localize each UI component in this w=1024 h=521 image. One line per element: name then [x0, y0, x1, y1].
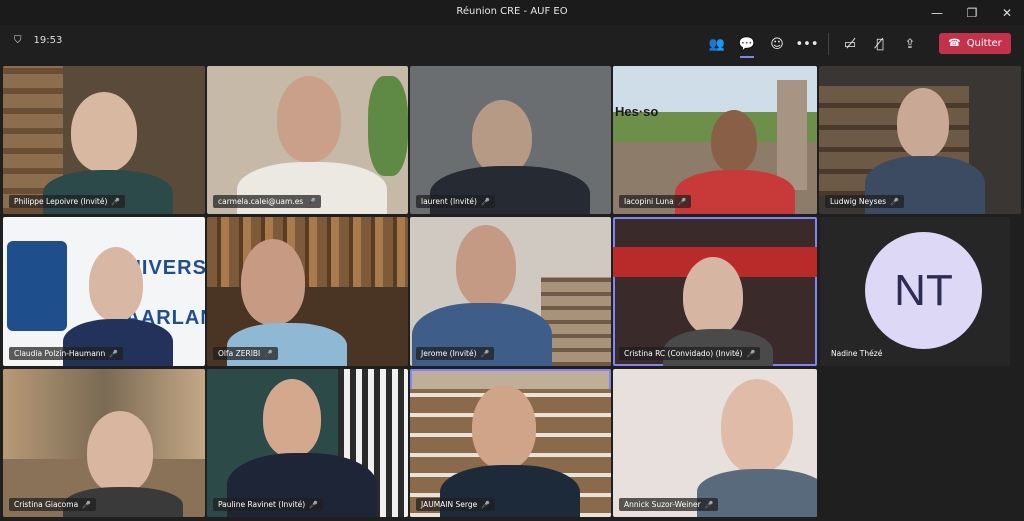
video-tile[interactable]: Annick Suzor-Weiner 🎤: [613, 369, 817, 517]
mic-off-icon[interactable]: 🎙̸: [865, 33, 895, 55]
participant-nametag: Olfa ZERIBI 🎤: [213, 347, 278, 360]
participant-body: [675, 170, 795, 214]
video-tile-active-speaker[interactable]: Cristina RC (Convidado) (Invité) 🎤: [613, 217, 817, 366]
more-options-icon[interactable]: •••: [792, 33, 822, 55]
hes-so-logo: Hes·so: [615, 104, 659, 119]
mic-icon: 🎤: [82, 500, 91, 509]
participant-nametag: Jerome (Invité) 🎤: [416, 347, 495, 360]
mic-icon: 🎤: [704, 500, 714, 509]
mic-icon: 🎤: [264, 349, 273, 358]
video-tile[interactable]: Olfa ZERIBI 🎤: [207, 217, 408, 366]
video-tile[interactable]: Pauline Ravinet (Invité) 🎤: [207, 369, 408, 517]
video-tile[interactable]: Cristina Giacoma 🎤: [3, 369, 205, 517]
participant-face: [241, 239, 305, 325]
participant-nametag: Pauline Ravinet (Invité) 🎤: [213, 498, 323, 511]
mic-icon: 🎤: [746, 349, 756, 358]
mic-icon: 🎤: [480, 349, 490, 358]
video-tile[interactable]: UNIVERSITÄ SAARLAND Claudia Polzin-Hauma…: [3, 217, 205, 366]
participant-face: [472, 100, 532, 174]
participant-face: [87, 411, 153, 493]
video-tile[interactable]: Ludwig Neyses 🎤: [819, 66, 1021, 214]
participant-nametag: laurent (Invité) 🎤: [416, 195, 495, 208]
minimize-icon[interactable]: —: [920, 0, 954, 25]
mic-icon: 🎤: [309, 500, 318, 509]
leave-button[interactable]: ☎ Quitter: [939, 33, 1011, 54]
participant-nametag: Nadine Thézé: [831, 349, 883, 358]
participant-nametag: Cristina Giacoma 🎤: [9, 498, 96, 511]
participants-icon[interactable]: 👥: [702, 33, 732, 55]
restore-icon[interactable]: ❐: [955, 0, 989, 25]
mic-icon: 🎤: [677, 197, 687, 206]
participant-face: [683, 257, 743, 335]
video-tile[interactable]: Hes·so Iacopini Luna 🎤: [613, 66, 817, 214]
participant-nametag: JAUMAIN Serge 🎤: [416, 498, 495, 511]
participant-face: [263, 379, 321, 457]
participant-nametag: Cristina RC (Convidado) (Invité) 🎤: [619, 347, 761, 360]
mic-icon: 🎤: [481, 500, 490, 509]
chat-icon[interactable]: 💬: [732, 33, 762, 58]
video-tile[interactable]: carmela.calei@uam.es 🎤: [207, 66, 408, 214]
meeting-toolbar: ⛉ 19:53 👥 💬 ☺ ••• ▭̸ 🎙̸ ⇪: [0, 25, 1024, 63]
participant-nametag: Annick Suzor-Weiner 🎤: [619, 498, 719, 511]
participant-face: [71, 92, 137, 172]
reactions-icon[interactable]: ☺: [762, 33, 792, 55]
participant-nametag: Iacopini Luna 🎤: [619, 195, 692, 208]
title-bar: Réunion CRE - AUF EO — ❐ ✕: [0, 0, 1024, 25]
video-tile[interactable]: Philippe Lepoivre (Invité) 🎤: [3, 66, 205, 214]
share-screen-icon[interactable]: ⇪: [895, 33, 925, 55]
avatar: NT: [865, 232, 982, 349]
phone-hangup-icon: ☎: [948, 38, 961, 49]
participant-face: [897, 88, 949, 158]
camera-off-icon[interactable]: ▭̸: [835, 33, 865, 55]
participant-nametag: Claudia Polzin-Haumann 🎤: [9, 347, 124, 360]
mic-icon: 🎤: [109, 349, 119, 358]
mic-icon: 🎤: [890, 197, 899, 206]
close-icon[interactable]: ✕: [990, 0, 1024, 25]
participant-nametag: carmela.calei@uam.es 🎤: [213, 195, 321, 208]
leave-label: Quitter: [966, 38, 1002, 49]
mic-icon: 🎤: [307, 197, 316, 206]
window-title: Réunion CRE - AUF EO: [456, 6, 568, 17]
meeting-time: 19:53: [33, 35, 63, 46]
participant-face: [456, 225, 516, 307]
participant-face: [472, 385, 536, 469]
mic-icon: 🎤: [480, 197, 490, 206]
shield-icon: ⛉: [14, 35, 22, 46]
video-tile[interactable]: laurent (Invité) 🎤: [410, 66, 611, 214]
mic-icon: 🎤: [111, 197, 121, 206]
video-tile[interactable]: Jerome (Invité) 🎤: [410, 217, 611, 366]
participant-face: [89, 247, 143, 321]
participant-nametag: Ludwig Neyses 🎤: [825, 195, 904, 208]
participant-face: [711, 110, 757, 172]
participant-nametag: Philippe Lepoivre (Invité) 🎤: [9, 195, 126, 208]
toolbar-divider: [828, 33, 829, 55]
participant-face: [277, 76, 341, 162]
participant-face: [721, 379, 793, 473]
university-logo: [7, 241, 67, 331]
video-tile-active-speaker[interactable]: JAUMAIN Serge 🎤: [410, 369, 611, 517]
